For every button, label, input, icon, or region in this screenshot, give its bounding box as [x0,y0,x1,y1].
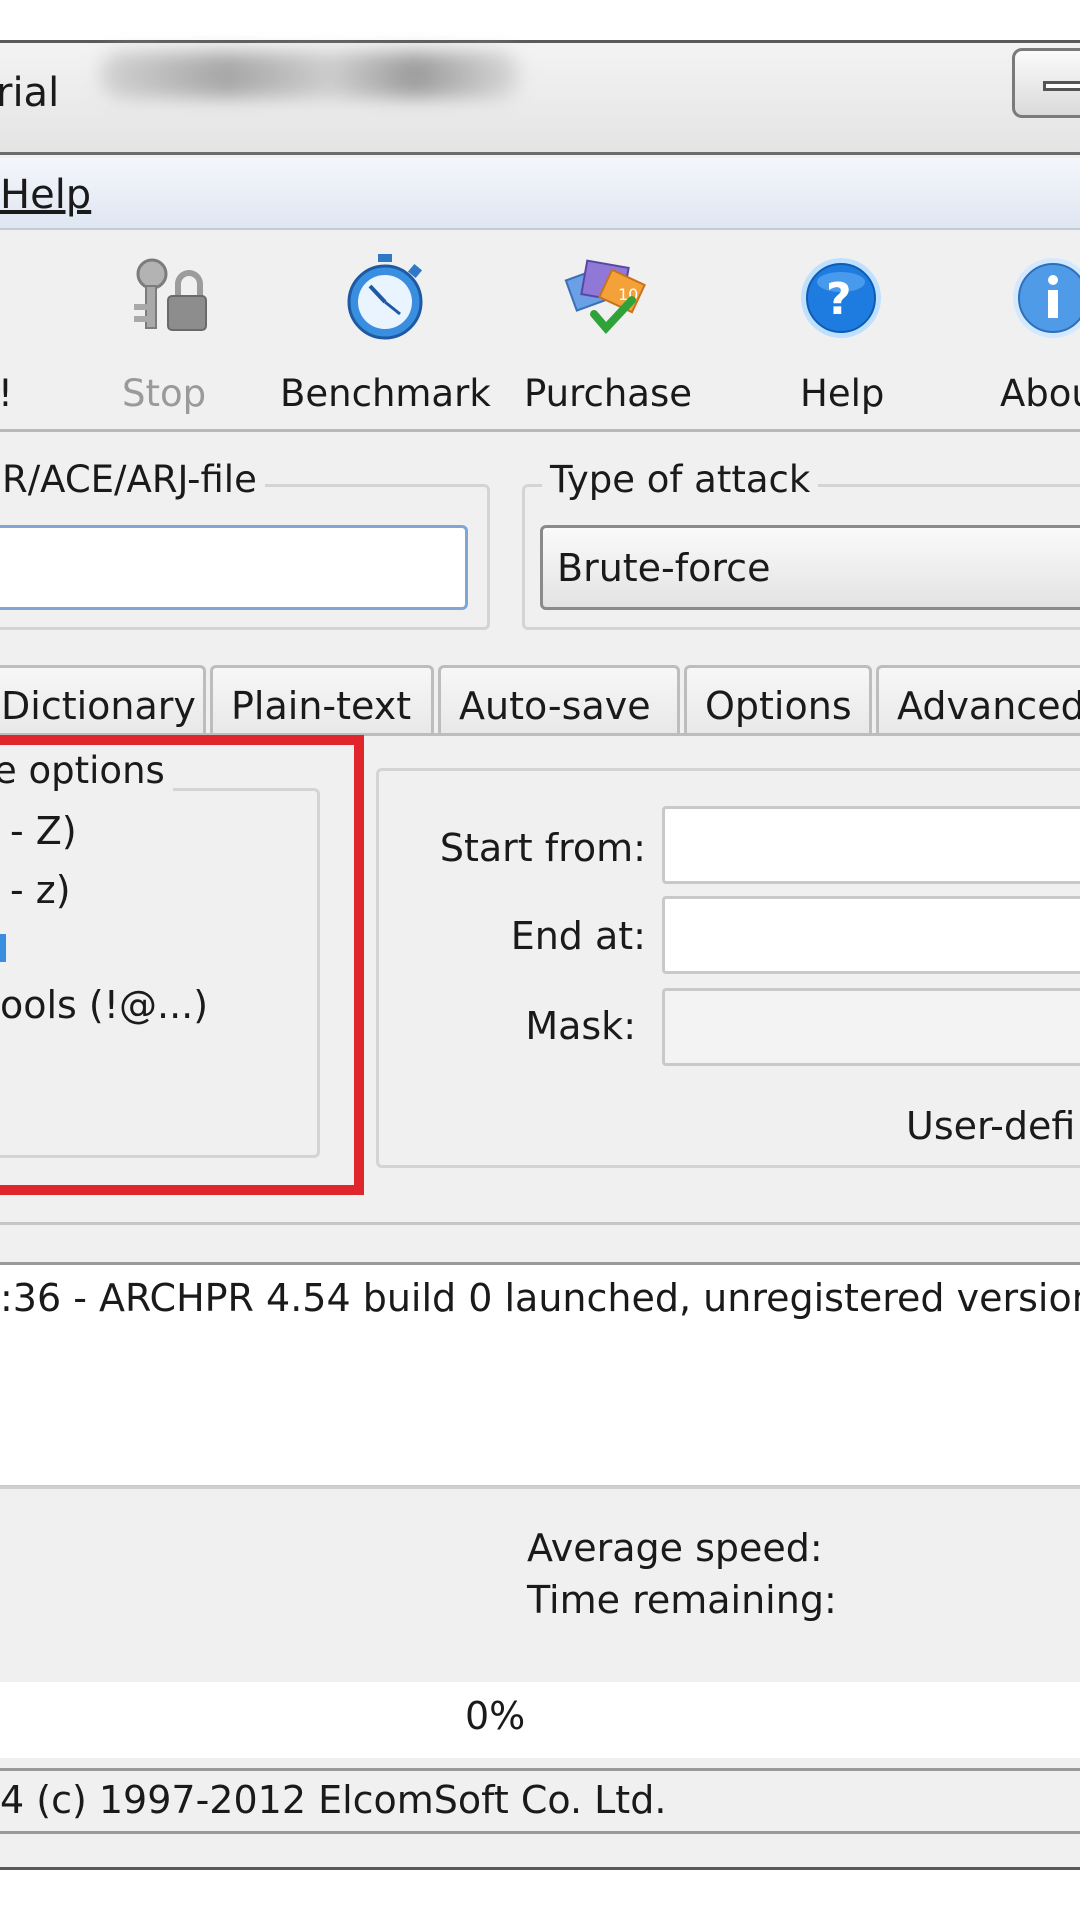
tab-options-label: Options [705,684,852,728]
keys-lock-icon [134,258,207,331]
start-icon [0,248,20,338]
tab-auto-save-label: Auto-save [459,684,651,728]
tab-dictionary[interactable]: Dictionary [0,665,206,735]
end-at-input[interactable] [662,896,1080,974]
attack-type-value: Brute-force [557,546,771,590]
minimize-button[interactable] [1012,48,1080,118]
menu-help[interactable]: Help [0,172,91,218]
minimize-icon [1043,81,1080,91]
progress-bar [0,1682,1080,1758]
start-from-label: Start from: [439,826,646,870]
benchmark-label: Benchmark [280,372,491,415]
info-icon [1013,258,1080,338]
tab-dictionary-label: Dictionary [1,684,196,728]
help-label: Help [800,372,885,415]
log-line: :36 - ARCHPR 4.54 build 0 launched, unre… [0,1276,1080,1320]
purchase-label: Purchase [524,372,693,415]
tab-advanced[interactable]: Advanced [876,665,1080,735]
purchase-cards-icon: 10 [564,259,646,335]
help-button[interactable]: ? Help [790,248,900,418]
start-from-input[interactable] [662,806,1080,884]
menu-bar [0,158,1080,230]
start-button[interactable]: ! [0,248,40,418]
about-label: Abou [1000,372,1080,415]
tab-auto-save[interactable]: Auto-save [438,665,680,735]
end-at-label: End at: [510,914,646,958]
window-title: rial [0,70,60,116]
panel-separator [0,1222,1080,1225]
svg-text:?: ? [826,274,852,325]
tab-plain-text[interactable]: Plain-text [210,665,434,735]
stopwatch-icon [347,254,423,340]
user-defined-checkbox[interactable]: User-defi [906,1104,1075,1148]
attack-type-select[interactable]: Brute-force [540,525,1080,610]
stop-button[interactable]: Stop [110,248,230,418]
purchase-button[interactable]: 10 Purchase [522,248,712,418]
help-question-icon: ? [801,258,881,338]
tab-options[interactable]: Options [684,665,872,735]
start-label: ! [0,372,13,415]
stop-label: Stop [122,372,207,415]
mask-label: Mask: [525,1004,636,1048]
archive-file-group-title: R/ACE/ARJ-file [0,458,265,501]
archive-file-input[interactable] [0,525,468,610]
progress-percent: 0% [465,1694,526,1738]
about-button[interactable]: Abou [998,248,1080,418]
mask-input[interactable] [662,988,1080,1066]
tab-plain-text-label: Plain-text [231,684,412,728]
average-speed-label: Average speed: [527,1526,823,1570]
menu-help-label: Help [0,172,92,218]
blurred-title-region [100,52,520,98]
time-remaining-label: Time remaining: [527,1578,837,1622]
benchmark-button[interactable]: Benchmark [278,248,492,418]
copyright-text: 4 (c) 1997-2012 ElcomSoft Co. Ltd. [0,1778,667,1822]
red-highlight-frame [0,735,364,1195]
tab-advanced-label: Advanced [897,684,1080,728]
attack-type-group-title: Type of attack [542,458,819,501]
